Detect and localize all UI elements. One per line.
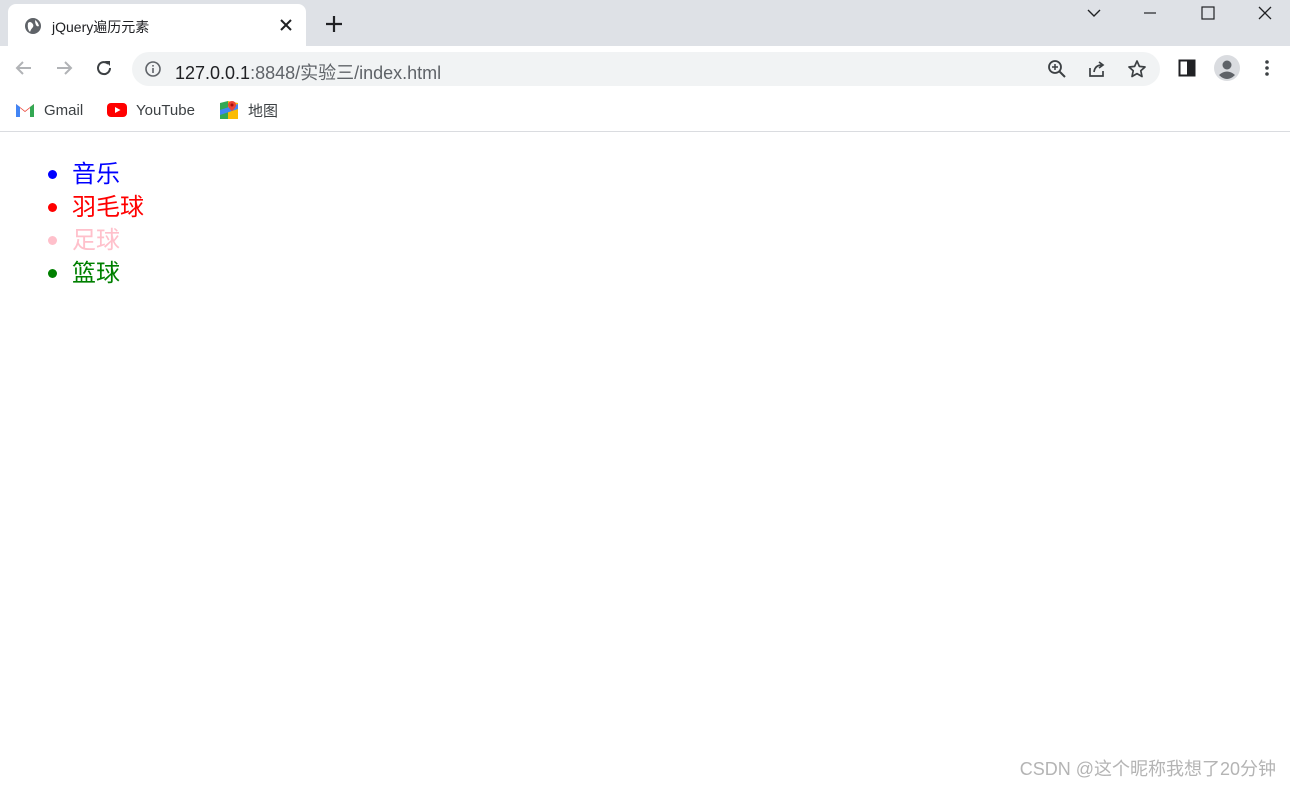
zoom-icon[interactable] xyxy=(1046,58,1068,80)
bullet xyxy=(48,170,57,179)
list-item: 音乐 xyxy=(44,158,144,191)
maps-icon xyxy=(220,101,238,119)
watermark: CSDN @这个昵称我想了20分钟 xyxy=(1019,759,1276,779)
bookmark-maps[interactable]: 地图 xyxy=(219,99,278,121)
minimize-icon[interactable] xyxy=(1127,0,1173,26)
list-item: 足球 xyxy=(44,224,144,257)
bullet xyxy=(48,236,57,245)
bookmark-gmail[interactable]: Gmail xyxy=(15,99,83,121)
bookmark-star-icon[interactable] xyxy=(1126,58,1148,80)
list-item-label: 音乐 xyxy=(72,161,120,188)
new-tab-icon[interactable] xyxy=(322,12,346,36)
bookmark-label: 地图 xyxy=(248,102,279,120)
profile-avatar-icon[interactable] xyxy=(1213,54,1241,82)
share-icon[interactable] xyxy=(1086,58,1108,80)
list-item-label: 篮球 xyxy=(72,260,120,287)
list-item-label: 足球 xyxy=(72,227,120,254)
globe-icon xyxy=(24,17,42,35)
bullet xyxy=(48,269,57,278)
list-item: 篮球 xyxy=(44,257,144,290)
gmail-icon xyxy=(16,104,34,117)
browser-tab[interactable]: jQuery遍历元素 xyxy=(8,4,306,46)
bookmark-youtube[interactable]: YouTube xyxy=(107,99,195,121)
forward-arrow-icon[interactable] xyxy=(50,54,78,82)
menu-kebab-icon[interactable] xyxy=(1253,54,1281,82)
close-tab-icon[interactable] xyxy=(276,15,296,35)
bookmark-label: YouTube xyxy=(136,101,195,119)
side-panel-icon[interactable] xyxy=(1173,54,1201,82)
tab-strip: jQuery遍历元素 xyxy=(0,0,1290,46)
sports-list: 音乐 羽毛球 足球 篮球 xyxy=(44,158,144,290)
bookmarks-bar: Gmail YouTube 地图 xyxy=(0,90,1290,132)
page-content: 音乐 羽毛球 足球 篮球 CSDN @这个昵称我想了20分钟 xyxy=(0,132,1290,789)
tab-search-chevron-icon[interactable] xyxy=(1071,0,1117,26)
site-info-icon[interactable] xyxy=(144,60,162,78)
reload-icon[interactable] xyxy=(90,54,118,82)
url-text: 127.0.0.1:8848/实验三/index.html xyxy=(175,59,441,85)
maximize-icon[interactable] xyxy=(1185,0,1231,26)
list-item-label: 羽毛球 xyxy=(72,194,144,221)
address-bar[interactable]: 127.0.0.1:8848/实验三/index.html xyxy=(132,52,1160,86)
url-path: :8848/实验三/index.html xyxy=(250,63,442,83)
back-arrow-icon[interactable] xyxy=(10,54,38,82)
window-close-icon[interactable] xyxy=(1242,0,1288,26)
browser-toolbar: 127.0.0.1:8848/实验三/index.html xyxy=(0,46,1290,90)
url-host: 127.0.0.1 xyxy=(175,63,251,83)
youtube-icon xyxy=(107,103,127,117)
list-item: 羽毛球 xyxy=(44,191,144,224)
tab-title: jQuery遍历元素 xyxy=(52,19,150,35)
bookmark-label: Gmail xyxy=(44,101,84,119)
bullet xyxy=(48,203,57,212)
